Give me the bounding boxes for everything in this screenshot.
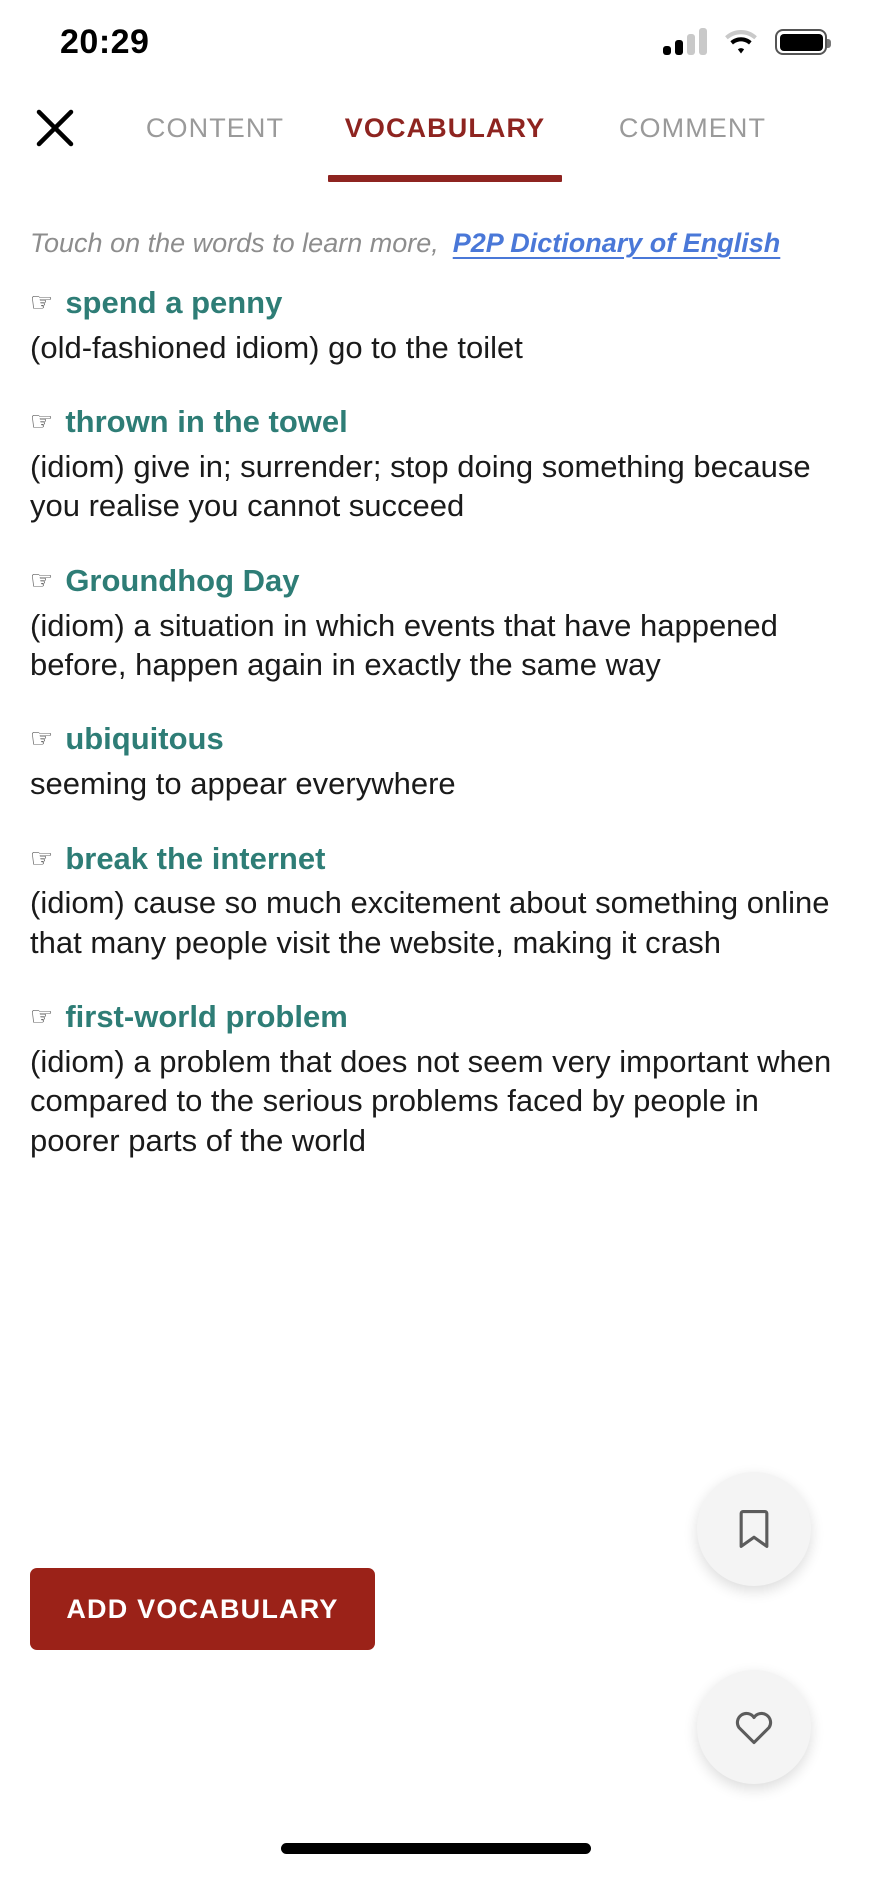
close-icon: [36, 109, 74, 147]
pointing-hand-icon: ☞: [30, 564, 54, 595]
hint-row: Touch on the words to learn more, P2P Di…: [0, 228, 871, 259]
battery-full-icon: [775, 29, 831, 55]
vocabulary-term[interactable]: break the internet: [65, 838, 325, 880]
vocabulary-entry: ☞ break the internet (idiom) cause so mu…: [30, 838, 841, 963]
vocabulary-definition: (idiom) a problem that does not seem ver…: [30, 1043, 832, 1158]
vocabulary-entry: ☞ ubiquitous seeming to appear everywher…: [30, 718, 841, 803]
tab-vocabulary[interactable]: VOCABULARY: [320, 84, 570, 182]
vocabulary-screen: 20:29 CONTENT VOCABULARY COMMENT Touch o…: [0, 0, 871, 1884]
hint-text: Touch on the words to learn more,: [30, 228, 439, 258]
pointing-hand-icon: ☞: [30, 287, 54, 317]
vocabulary-term[interactable]: thrown in the towel: [65, 401, 347, 443]
close-button[interactable]: [0, 84, 110, 172]
vocabulary-definition: (old-fashioned idiom) go to the toilet: [30, 329, 523, 365]
vocabulary-entry: ☞ spend a penny (old-fashioned idiom) go…: [30, 282, 841, 367]
vocabulary-list: ☞ spend a penny (old-fashioned idiom) go…: [0, 282, 871, 1194]
vocabulary-definition: (idiom) give in; surrender; stop doing s…: [30, 449, 811, 524]
vocabulary-definition: seeming to appear everywhere: [30, 766, 456, 802]
vocabulary-term[interactable]: first-world problem: [65, 996, 347, 1038]
vocabulary-term[interactable]: spend a penny: [65, 282, 282, 324]
tab-comment[interactable]: COMMENT: [570, 84, 815, 172]
vocabulary-term-row[interactable]: ☞ thrown in the towel: [30, 401, 841, 443]
home-indicator: [280, 1843, 591, 1854]
wifi-icon: [725, 30, 757, 54]
vocabulary-term[interactable]: Groundhog Day: [65, 560, 299, 602]
vocabulary-definition: (idiom) cause so much excitement about s…: [30, 885, 830, 960]
dictionary-link[interactable]: P2P Dictionary of English: [453, 228, 781, 259]
vocabulary-definition: (idiom) a situation in which events that…: [30, 607, 778, 682]
status-indicators: [663, 28, 831, 55]
vocabulary-term-row[interactable]: ☞ ubiquitous: [30, 718, 841, 760]
vocabulary-term-row[interactable]: ☞ first-world problem: [30, 996, 841, 1038]
pointing-hand-icon: ☞: [30, 1001, 54, 1032]
vocabulary-entry: ☞ first-world problem (idiom) a problem …: [30, 996, 841, 1160]
tab-list: CONTENT VOCABULARY COMMENT: [110, 84, 871, 196]
status-bar: 20:29: [0, 0, 871, 84]
status-time: 20:29: [60, 23, 150, 61]
pointing-hand-icon: ☞: [30, 842, 54, 873]
heart-icon: [735, 1711, 773, 1745]
tab-bar: CONTENT VOCABULARY COMMENT: [0, 84, 871, 196]
tab-content[interactable]: CONTENT: [110, 84, 320, 172]
vocabulary-term-row[interactable]: ☞ break the internet: [30, 838, 841, 880]
vocabulary-term[interactable]: ubiquitous: [65, 718, 223, 760]
vocabulary-entry: ☞ Groundhog Day (idiom) a situation in w…: [30, 560, 841, 685]
vocabulary-term-row[interactable]: ☞ Groundhog Day: [30, 560, 841, 602]
pointing-hand-icon: ☞: [30, 406, 54, 437]
add-vocabulary-button[interactable]: ADD VOCABULARY: [30, 1568, 375, 1650]
bookmark-icon: [739, 1510, 769, 1548]
cellular-signal-icon: [663, 28, 707, 55]
bookmark-button[interactable]: [697, 1472, 811, 1586]
like-button[interactable]: [697, 1670, 811, 1784]
pointing-hand-icon: ☞: [30, 723, 54, 754]
vocabulary-entry: ☞ thrown in the towel (idiom) give in; s…: [30, 401, 841, 526]
vocabulary-term-row[interactable]: ☞ spend a penny: [30, 282, 841, 324]
